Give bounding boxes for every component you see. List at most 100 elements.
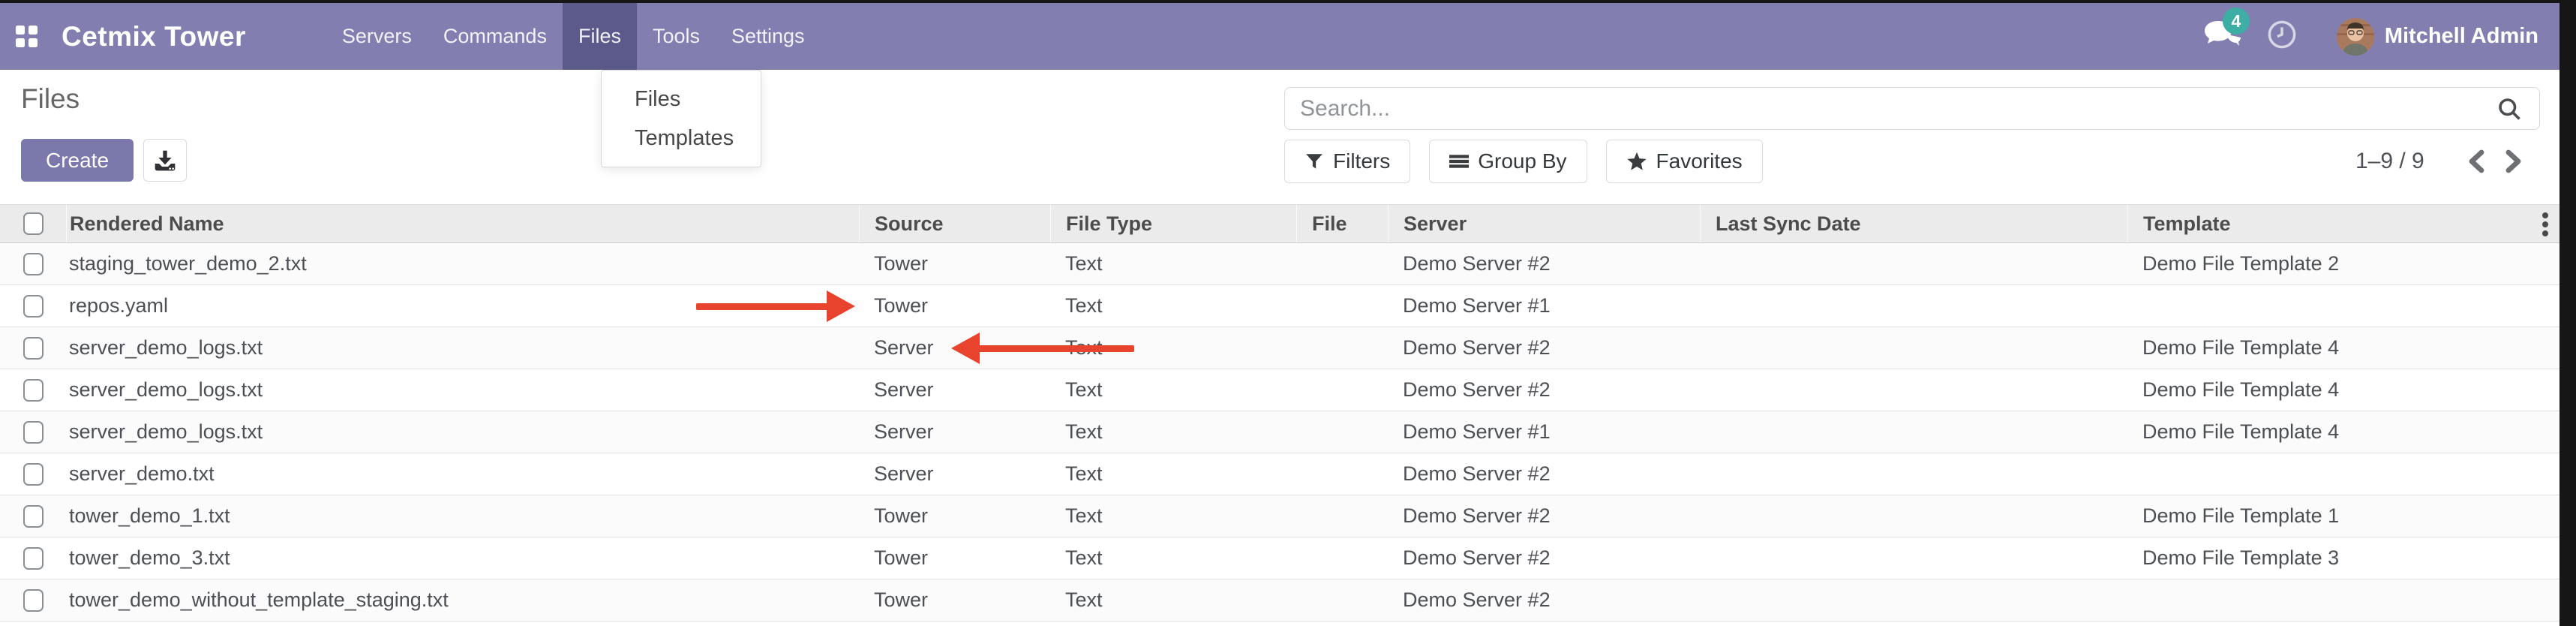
table-row[interactable]: server_demo.txt Server Text Demo Server … — [0, 453, 2559, 495]
favorites-button-label: Favorites — [1656, 149, 1743, 173]
activities-button[interactable] — [2266, 19, 2298, 54]
row-checkbox-cell — [0, 327, 66, 369]
menu-item-tools[interactable]: Tools — [637, 3, 716, 70]
cell-server: Demo Server #2 — [1388, 495, 1700, 537]
cell-source: Server — [859, 327, 1050, 369]
user-name[interactable]: Mitchell Admin — [2385, 24, 2538, 49]
dropdown-item-files[interactable]: Files — [602, 80, 761, 119]
download-button[interactable] — [143, 139, 187, 182]
group-by-button-label: Group By — [1478, 149, 1566, 173]
top-navbar: Cetmix Tower Servers Commands Files Tool… — [0, 3, 2576, 70]
cell-rendered-name: tower_demo_3.txt — [66, 537, 859, 579]
row-checkbox[interactable] — [23, 379, 44, 402]
dropdown-item-templates[interactable]: Templates — [602, 119, 761, 158]
table-row[interactable]: tower_demo_1.txt Tower Text Demo Server … — [0, 495, 2559, 537]
files-dropdown-menu: Files Templates — [601, 70, 761, 167]
app-window: Cetmix Tower Servers Commands Files Tool… — [0, 0, 2576, 626]
column-header-last-sync-date[interactable]: Last Sync Date — [1700, 205, 2127, 242]
cell-source: Tower — [859, 243, 1050, 284]
messages-button[interactable]: 4 — [2203, 18, 2241, 55]
row-checkbox[interactable] — [23, 337, 44, 360]
table-row[interactable]: server_demo_logs.txt Server Text Demo Se… — [0, 369, 2559, 411]
select-all-cell — [0, 205, 66, 242]
table-row[interactable]: repos.yaml Tower Text Demo Server #1 — [0, 285, 2559, 327]
row-checkbox[interactable] — [23, 295, 44, 318]
cell-rendered-name: server_demo_logs.txt — [66, 327, 859, 369]
cell-server: Demo Server #2 — [1388, 327, 1700, 369]
cell-server: Demo Server #2 — [1388, 243, 1700, 284]
cell-last-sync-date — [1700, 327, 2127, 369]
chevron-right-icon — [2504, 149, 2523, 173]
filters-button[interactable]: Filters — [1284, 140, 1410, 183]
cell-source: Tower — [859, 579, 1050, 621]
table-body: staging_tower_demo_2.txt Tower Text Demo… — [0, 243, 2559, 621]
star-icon — [1626, 151, 1647, 172]
cell-file — [1296, 327, 1388, 369]
search-bar — [1284, 87, 2540, 130]
pagination-prev-button[interactable] — [2457, 149, 2495, 173]
table-row[interactable]: tower_demo_3.txt Tower Text Demo Server … — [0, 537, 2559, 579]
cell-server: Demo Server #1 — [1388, 285, 1700, 327]
user-avatar[interactable] — [2337, 18, 2374, 56]
cell-last-sync-date — [1700, 285, 2127, 327]
table-row[interactable]: server_demo_logs.txt Server Text Demo Se… — [0, 327, 2559, 369]
cell-server: Demo Server #2 — [1388, 369, 1700, 411]
cell-server: Demo Server #2 — [1388, 579, 1700, 621]
row-checkbox[interactable] — [23, 463, 44, 486]
cell-file-type: Text — [1050, 369, 1296, 411]
window-right-edge — [2559, 0, 2576, 626]
pagination-next-button[interactable] — [2495, 149, 2532, 173]
column-header-file[interactable]: File — [1296, 205, 1388, 242]
table-row[interactable]: server_demo_logs.txt Server Text Demo Se… — [0, 411, 2559, 453]
cell-file-type: Text — [1050, 579, 1296, 621]
cell-file — [1296, 495, 1388, 537]
column-header-rendered-name[interactable]: Rendered Name — [66, 205, 859, 242]
menu-item-files[interactable]: Files — [563, 3, 637, 70]
pagination-range: 1–9 / 9 — [2355, 149, 2424, 174]
cell-file-type: Text — [1050, 243, 1296, 284]
column-header-file-type[interactable]: File Type — [1050, 205, 1296, 242]
search-input[interactable] — [1285, 96, 2496, 122]
cell-source: Server — [859, 411, 1050, 453]
optional-columns-icon[interactable] — [2541, 205, 2549, 244]
row-checkbox[interactable] — [23, 505, 44, 528]
row-checkbox[interactable] — [23, 589, 44, 612]
cell-template: Demo File Template 4 — [2127, 327, 2559, 369]
menu-item-settings[interactable]: Settings — [716, 3, 821, 70]
cell-rendered-name: repos.yaml — [66, 285, 859, 327]
main-menu: Servers Commands Files Tools Settings — [326, 3, 821, 70]
cell-file — [1296, 285, 1388, 327]
cell-file — [1296, 537, 1388, 579]
select-all-checkbox[interactable] — [23, 212, 44, 235]
filters-button-label: Filters — [1333, 149, 1390, 173]
column-header-server[interactable]: Server — [1388, 205, 1700, 242]
cell-file-type: Text — [1050, 285, 1296, 327]
cell-source: Server — [859, 369, 1050, 411]
row-checkbox[interactable] — [23, 253, 44, 275]
table-row[interactable]: tower_demo_without_template_staging.txt … — [0, 579, 2559, 621]
column-header-template[interactable]: Template — [2127, 205, 2559, 242]
filter-bar: Filters Group By Favorites — [1284, 140, 1763, 183]
search-icon[interactable] — [2496, 95, 2523, 122]
apps-grid-icon-glyph — [16, 26, 38, 47]
messages-badge: 4 — [2223, 8, 2250, 35]
row-checkbox[interactable] — [23, 421, 44, 444]
menu-item-servers[interactable]: Servers — [326, 3, 428, 70]
group-by-button[interactable]: Group By — [1429, 140, 1587, 183]
cell-file-type: Text — [1050, 495, 1296, 537]
favorites-button[interactable]: Favorites — [1606, 140, 1763, 183]
row-checkbox[interactable] — [23, 547, 44, 570]
cell-rendered-name: tower_demo_1.txt — [66, 495, 859, 537]
window-top-edge — [0, 0, 2576, 3]
cell-last-sync-date — [1700, 537, 2127, 579]
create-button[interactable]: Create — [21, 139, 134, 182]
cell-last-sync-date — [1700, 243, 2127, 284]
table-row[interactable]: staging_tower_demo_2.txt Tower Text Demo… — [0, 243, 2559, 285]
column-header-source[interactable]: Source — [859, 205, 1050, 242]
table-header: Rendered Name Source File Type File Serv… — [0, 204, 2559, 243]
apps-grid-icon[interactable] — [0, 3, 53, 70]
cell-file — [1296, 411, 1388, 453]
cell-rendered-name: tower_demo_without_template_staging.txt — [66, 579, 859, 621]
menu-item-commands[interactable]: Commands — [428, 3, 563, 70]
brand-title[interactable]: Cetmix Tower — [53, 3, 255, 70]
